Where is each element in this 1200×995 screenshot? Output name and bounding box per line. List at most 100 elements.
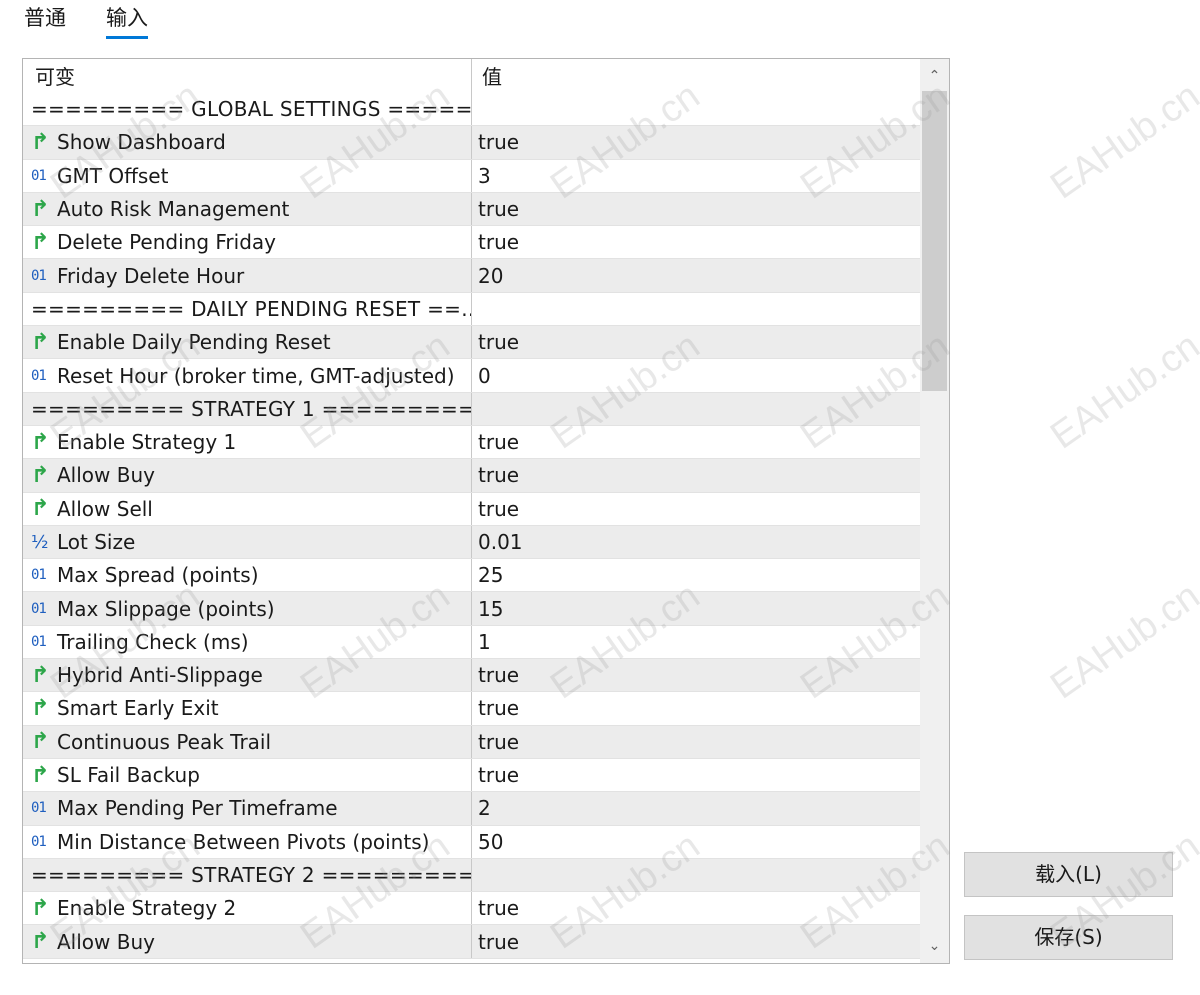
variable-name: Allow Sell [57,496,153,521]
variable-name: Allow Buy [57,929,155,954]
variable-cell[interactable]: ↱ Enable Strategy 2 [23,892,471,924]
scroll-thumb[interactable] [922,91,947,391]
input-row[interactable]: ↱ Hybrid Anti-Slippage true [23,659,920,693]
section-separator-row[interactable]: ========= STRATEGY 1 ========= [23,392,920,426]
variable-cell[interactable]: ↱ Allow Buy [23,925,471,957]
variable-name: Trailing Check (ms) [57,629,249,654]
value-cell[interactable]: true [471,126,920,159]
value-cell[interactable] [471,392,920,425]
bool-type-icon: ↱ [31,129,50,155]
variable-cell[interactable]: 01 Min Distance Between Pivots (points) [23,826,471,858]
value-cell[interactable]: true [471,326,920,359]
integer-type-icon: 01 [31,167,47,184]
variable-cell[interactable]: ↱ Delete Pending Friday [23,226,471,258]
variable-cell[interactable]: ↱ Allow Sell [23,493,471,525]
variable-cell[interactable]: ↱ Show Dashboard [23,126,471,158]
input-row[interactable]: ↱ Enable Strategy 2 true [23,892,920,926]
value-cell[interactable]: true [471,692,920,725]
input-row[interactable]: ↱ Delete Pending Friday true [23,226,920,260]
value-cell[interactable]: true [471,659,920,692]
value-cell[interactable]: true [471,192,920,226]
value-cell[interactable]: true [471,725,920,758]
value-cell[interactable] [471,93,920,126]
variable-cell[interactable]: ½ Lot Size [23,526,471,558]
column-header-value[interactable]: 值 [471,59,920,95]
value-cell[interactable]: true [471,425,920,459]
load-button[interactable]: 载入(L) [964,852,1173,897]
variable-cell[interactable]: ↱ Continuous Peak Trail [23,726,471,758]
input-row[interactable]: ½ Lot Size 0.01 [23,525,920,560]
save-button[interactable]: 保存(S) [964,915,1173,960]
variable-cell[interactable]: 01 Max Slippage (points) [23,592,471,624]
input-row[interactable]: 01 Max Slippage (points) 15 [23,592,920,626]
input-row[interactable]: ↱ Enable Strategy 1 true [23,425,920,460]
input-row[interactable]: ↱ Continuous Peak Trail true [23,725,920,759]
variable-cell[interactable]: 01 GMT Offset [23,160,471,192]
variable-cell[interactable]: ========= STRATEGY 2 ========= [23,859,471,891]
input-row[interactable]: 01 Min Distance Between Pivots (points) 50 [23,825,920,859]
value-cell[interactable]: 25 [471,559,920,592]
input-row[interactable]: 01 GMT Offset 3 [23,159,920,193]
input-row[interactable]: 01 Trailing Check (ms) 1 [23,625,920,660]
input-row[interactable]: ↱ SL Fail Backup true [23,758,920,793]
value-cell[interactable]: 15 [471,592,920,625]
value-cell[interactable]: 2 [471,792,920,825]
input-row[interactable]: ↱ Show Dashboard true [23,126,920,160]
value-cell[interactable]: true [471,492,920,525]
value-cell[interactable]: true [471,758,920,792]
bool-type-icon: ↱ [31,729,50,755]
input-row[interactable]: 01 Max Spread (points) 25 [23,559,920,593]
value-cell[interactable]: true [471,892,920,925]
column-header-variable[interactable]: 可变 [23,59,471,95]
value-cell[interactable]: true [471,925,920,958]
variable-cell[interactable]: 01 Reset Hour (broker time, GMT-adjusted) [23,359,471,391]
variable-cell[interactable]: ↱ Hybrid Anti-Slippage [23,659,471,691]
vertical-scrollbar[interactable]: ⌃ ⌄ [920,59,949,963]
value-cell[interactable]: 0.01 [471,525,920,559]
variable-cell[interactable]: ========= GLOBAL SETTINGS =====... [23,93,471,125]
input-row[interactable]: ↱ Smart Early Exit true [23,692,920,726]
tab-general[interactable]: 普通 [24,4,66,32]
variable-cell[interactable]: 01 Trailing Check (ms) [23,626,471,658]
bool-type-icon: ↱ [31,895,50,921]
variable-cell[interactable]: ↱ Allow Buy [23,459,471,491]
variable-cell[interactable]: 01 Max Spread (points) [23,559,471,591]
bool-type-icon: ↱ [31,929,50,955]
value-cell[interactable]: true [471,226,920,259]
input-row[interactable]: ↱ Allow Sell true [23,492,920,526]
input-row[interactable]: ↱ Allow Buy true [23,459,920,493]
variable-cell[interactable]: ↱ SL Fail Backup [23,759,471,791]
variable-cell[interactable]: ↱ Enable Strategy 1 [23,426,471,458]
input-row[interactable]: ↱ Enable Daily Pending Reset true [23,326,920,360]
section-separator-row[interactable]: ========= DAILY PENDING RESET ==... [23,292,920,327]
variable-name: Enable Strategy 2 [57,896,237,921]
watermark-text: EAHub.cn [1043,574,1200,708]
value-cell[interactable]: 20 [471,259,920,292]
variable-cell[interactable]: ↱ Smart Early Exit [23,692,471,724]
variable-cell[interactable]: ↱ Auto Risk Management [23,193,471,225]
variable-cell[interactable]: ========= DAILY PENDING RESET ==... [23,293,471,325]
input-row[interactable]: 01 Max Pending Per Timeframe 2 [23,792,920,826]
value-cell[interactable] [471,858,920,892]
input-row[interactable]: 01 Friday Delete Hour 20 [23,259,920,293]
variable-cell[interactable]: ========= STRATEGY 1 ========= [23,393,471,425]
input-row[interactable]: ↱ Allow Buy true [23,925,920,959]
value-cell[interactable] [471,292,920,326]
input-row[interactable]: ↱ Auto Risk Management true [23,192,920,227]
section-separator-row[interactable]: ========= STRATEGY 2 ========= [23,858,920,893]
variable-cell[interactable]: ↱ Enable Daily Pending Reset [23,326,471,358]
tab-inputs[interactable]: 输入 [106,4,148,32]
variable-cell[interactable]: 01 Max Pending Per Timeframe [23,792,471,824]
value-cell[interactable]: 50 [471,825,920,858]
input-row[interactable]: 01 Reset Hour (broker time, GMT-adjusted)… [23,359,920,393]
value-cell[interactable]: 1 [471,625,920,659]
value-cell[interactable]: 3 [471,159,920,192]
scroll-up-icon[interactable]: ⌃ [920,61,949,91]
value-cell[interactable]: 0 [471,359,920,392]
variable-cell[interactable]: 01 Friday Delete Hour [23,259,471,291]
scroll-down-icon[interactable]: ⌄ [920,931,949,961]
section-separator-row[interactable]: ========= GLOBAL SETTINGS =====... [23,93,920,127]
value-cell[interactable]: true [471,459,920,492]
variable-name: Max Spread (points) [57,563,259,588]
variable-name: Allow Buy [57,463,155,488]
